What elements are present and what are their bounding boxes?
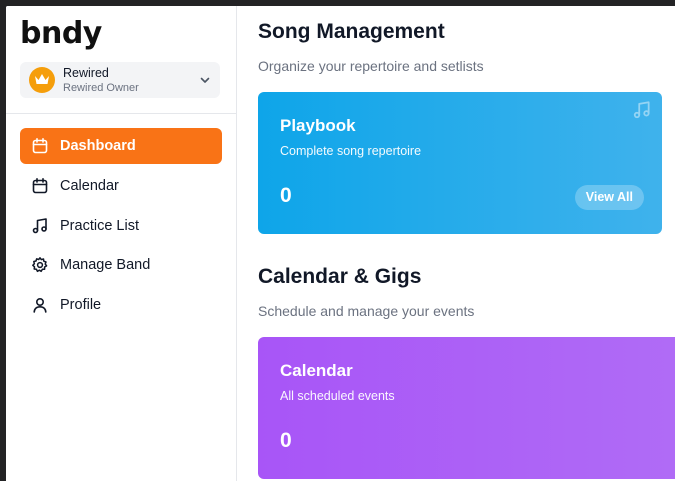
user-icon	[31, 296, 49, 314]
sidebar: bndy Rewired Rewired Owner Dashboard Cal…	[6, 6, 237, 481]
band-switcher[interactable]: Rewired Rewired Owner	[20, 62, 220, 98]
sidebar-item-label: Practice List	[60, 218, 139, 234]
sidebar-item-manage-band[interactable]: Manage Band	[20, 247, 222, 283]
sidebar-item-practice-list[interactable]: Practice List	[20, 208, 222, 244]
calendar-card[interactable]: Calendar All scheduled events 0	[258, 337, 675, 479]
card-description: Complete song repertoire	[280, 144, 422, 158]
app-window: bndy Rewired Rewired Owner Dashboard Cal…	[6, 6, 675, 481]
gear-icon	[31, 256, 49, 274]
card-title: Calendar	[280, 361, 353, 380]
card-title: Playbook	[280, 116, 356, 135]
app-logo[interactable]: bndy	[20, 16, 102, 51]
calendar-section-title: Calendar & Gigs	[258, 265, 422, 288]
sidebar-item-dashboard[interactable]: Dashboard	[20, 128, 222, 164]
card-description: All scheduled events	[280, 389, 395, 403]
song-section-subtitle: Organize your repertoire and setlists	[258, 58, 484, 74]
sidebar-item-label: Calendar	[60, 178, 119, 194]
music-note-icon	[633, 101, 650, 119]
sidebar-item-calendar[interactable]: Calendar	[20, 168, 222, 204]
calendar-icon	[31, 177, 49, 195]
band-role: Rewired Owner	[63, 82, 139, 94]
main-content: Song Management Organize your repertoire…	[237, 6, 675, 481]
crown-icon	[35, 74, 49, 84]
band-name: Rewired	[63, 66, 109, 80]
music-note-icon	[31, 217, 49, 235]
sidebar-item-profile[interactable]: Profile	[20, 287, 222, 323]
band-avatar	[29, 67, 55, 93]
sidebar-divider	[6, 113, 236, 114]
sidebar-item-label: Dashboard	[60, 138, 136, 154]
event-count: 0	[280, 429, 292, 452]
sidebar-item-label: Manage Band	[60, 257, 151, 273]
sidebar-item-label: Profile	[60, 297, 102, 313]
chevron-down-icon	[200, 77, 210, 83]
view-all-button[interactable]: View All	[574, 185, 644, 210]
playbook-card[interactable]: Playbook Complete song repertoire 0 View…	[258, 92, 662, 234]
song-count: 0	[280, 184, 292, 207]
calendar-section-subtitle: Schedule and manage your events	[258, 303, 475, 319]
song-section-title: Song Management	[258, 20, 445, 43]
calendar-icon	[31, 137, 49, 155]
